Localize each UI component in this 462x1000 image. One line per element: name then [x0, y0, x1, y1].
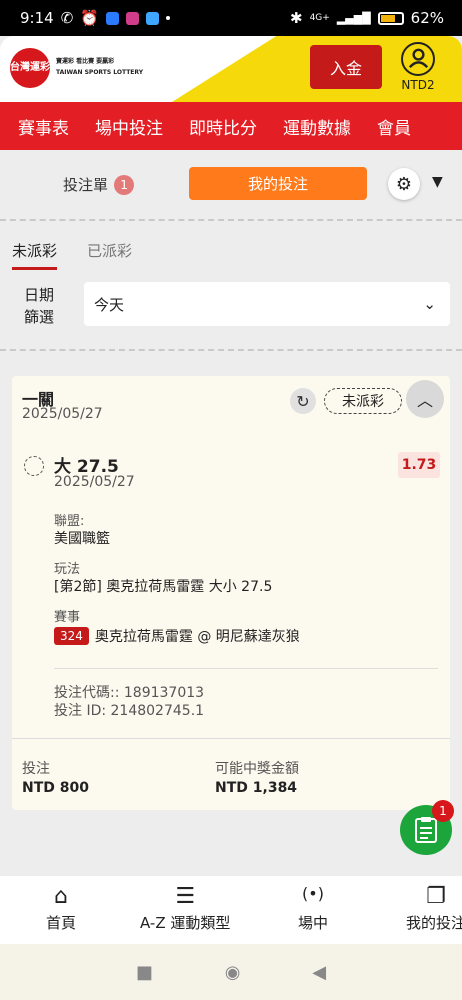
event-number: 324: [54, 627, 89, 645]
date-filter-label-line1: 日期: [24, 286, 55, 304]
main-nav: 賽事表 場中投注 即時比分 運動數據 會員: [0, 102, 462, 150]
brand-slogan: 寶運彩 看比賽 要贏彩: [56, 58, 115, 65]
battery-icon: [377, 11, 404, 25]
nav-item-schedule[interactable]: 賽事表: [18, 114, 69, 139]
bottom-nav-home[interactable]: ⌂ 首頁: [46, 884, 76, 933]
betslip-count-badge: 1: [114, 174, 135, 195]
fab-count-badge: 1: [432, 800, 454, 822]
more-notifications-icon: [165, 16, 170, 20]
battery-level: 62%: [410, 9, 444, 27]
network-type: 4G+: [309, 13, 330, 23]
brand-name: TAIWAN SPORTS LOTTERY: [56, 69, 144, 76]
gear-icon[interactable]: ⚙: [388, 168, 420, 200]
league-value: 美國職籃: [54, 531, 110, 547]
system-nav: ■ ◉ ◀: [0, 944, 462, 1000]
nav-item-member[interactable]: 會員: [377, 114, 411, 139]
menu-icon: ☰: [175, 884, 196, 909]
betslip-label: 投注單: [63, 176, 109, 194]
bottom-nav-az-label: A-Z 運動類型: [140, 914, 231, 932]
clipboard-icon: [415, 817, 437, 843]
bottom-nav-mybets[interactable]: ❐ 我的投注: [406, 884, 462, 933]
alarm-icon: ⏰: [80, 9, 99, 27]
back-icon[interactable]: ◀: [312, 962, 326, 983]
documents-icon: ❐: [426, 884, 446, 909]
betslip-tabs: 投注單 1 我的投注 ⚙ ▼: [0, 156, 462, 212]
date-filter: 日期 篩選 今天 ⌄: [0, 280, 462, 336]
logo[interactable]: 台灣運彩: [10, 48, 50, 88]
league-label: 聯盟:: [54, 514, 85, 529]
broadcast-icon: (•): [302, 884, 324, 903]
bet-id: 投注 ID: 214802745.1: [54, 703, 205, 719]
bottom-nav-mybets-label: 我的投注: [406, 914, 462, 932]
event-name: 奧克拉荷馬雷霆 @ 明尼蘇達灰狼: [94, 629, 300, 645]
tab-settled[interactable]: 已派彩: [87, 228, 132, 270]
event-label: 賽事: [54, 610, 81, 625]
market-value: [第2節] 奧克拉荷馬雷霆 大小 27.5: [54, 579, 273, 595]
app-header: 台灣運彩 寶運彩 看比賽 要贏彩 TAIWAN SPORTS LOTTERY 入…: [0, 36, 462, 102]
bet-card: 一關 2025/05/27 ↻ 未派彩 ︿ 大 27.5 2025/05/27 …: [12, 376, 450, 810]
user-icon: [401, 42, 435, 76]
tab-unsettled[interactable]: 未派彩: [12, 228, 58, 270]
selection-radio: [24, 456, 44, 476]
bottom-nav-live-label: 場中: [298, 914, 329, 932]
bet-date: 2025/05/27: [22, 406, 103, 422]
brand-text: 寶運彩 看比賽 要贏彩 TAIWAN SPORTS LOTTERY: [56, 56, 143, 78]
event-row: 324 奧克拉荷馬雷霆 @ 明尼蘇達灰狼: [54, 626, 300, 646]
stake-value: NTD 800: [22, 780, 89, 796]
divider: [0, 349, 462, 351]
date-filter-label: 日期 篩選: [24, 284, 64, 328]
bottom-nav-az[interactable]: ☰ A-Z 運動類型: [140, 884, 230, 933]
payout-label: 可能中獎金額: [215, 761, 299, 777]
bottom-nav-home-label: 首頁: [46, 914, 77, 932]
chevron-down-icon: ⌄: [423, 295, 436, 313]
bet-code: 投注代碼:: 189137013: [54, 685, 205, 701]
deposit-button[interactable]: 入金: [310, 45, 382, 89]
selection-date: 2025/05/27: [54, 474, 135, 490]
signal-icon: ▂▄▆█: [336, 11, 371, 25]
messenger-icon: [105, 11, 119, 25]
nav-item-live-scores[interactable]: 即時比分: [189, 114, 257, 139]
status-badge: 未派彩: [324, 388, 402, 414]
date-filter-select[interactable]: 今天 ⌄: [84, 282, 450, 326]
bluetooth-icon: ✱: [289, 9, 303, 27]
payout-value: NTD 1,384: [215, 780, 298, 796]
tab-betslip[interactable]: 投注單 1: [63, 174, 135, 195]
odds-badge: 1.73: [398, 452, 440, 478]
date-filter-label-line2: 篩選: [24, 308, 55, 326]
tab-my-bets[interactable]: 我的投注: [189, 167, 367, 200]
account-button[interactable]: NTD2: [396, 42, 440, 92]
divider: [12, 738, 450, 739]
divider: [54, 668, 438, 669]
nav-item-sports-data[interactable]: 運動數據: [283, 114, 351, 139]
home-icon: ⌂: [54, 884, 68, 909]
nav-item-live-betting[interactable]: 場中投注: [95, 114, 163, 139]
account-balance: NTD2: [401, 78, 435, 92]
bottom-nav: ⌂ 首頁 ☰ A-Z 運動類型 (•) 場中 ❐ 我的投注: [0, 876, 462, 944]
recents-icon[interactable]: ■: [136, 962, 153, 983]
market-label: 玩法: [54, 562, 81, 577]
divider: [0, 219, 462, 221]
chevron-down-icon[interactable]: ▼: [432, 174, 443, 190]
stake-label: 投注: [22, 761, 50, 777]
date-filter-value: 今天: [94, 295, 125, 314]
home-button-icon[interactable]: ◉: [225, 962, 241, 983]
status-time: 9:14: [20, 9, 54, 27]
chevron-up-icon[interactable]: ︿: [406, 380, 444, 418]
refresh-icon[interactable]: ↻: [290, 388, 316, 414]
bottom-nav-live[interactable]: (•) 場中: [298, 884, 328, 933]
app-icon: [145, 11, 159, 25]
status-bar: 9:14 ✆ ⏰ ✱ 4G+ ▂▄▆█ 62%: [0, 0, 462, 36]
settlement-tabs: 未派彩 已派彩: [0, 228, 462, 272]
instagram-icon: [125, 11, 139, 25]
notification-icon: ✆: [60, 9, 74, 27]
